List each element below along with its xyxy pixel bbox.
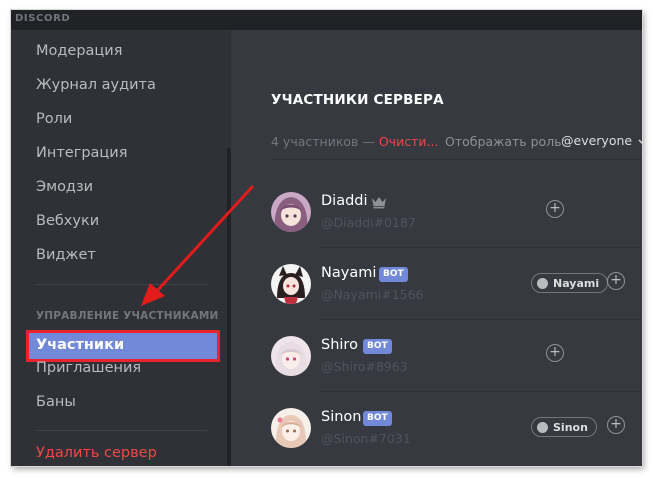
sidebar-item-webhooks[interactable]: Вебхуки <box>36 213 99 229</box>
display-role-label: Отображать роль: <box>445 134 566 149</box>
member-tag: @Diaddi#0187 <box>321 215 416 230</box>
header-divider <box>271 159 642 160</box>
members-page: УЧАСТНИКИ СЕРВЕРА 4 участников — Очисти.… <box>231 30 642 466</box>
sidebar-item-audit-log[interactable]: Журнал аудита <box>36 77 156 93</box>
member-name: Shiro <box>321 337 358 353</box>
sidebar-item-roles[interactable]: Роли <box>36 111 72 127</box>
settings-sidebar: Модерация Журнал аудита Роли Интеграция … <box>11 30 231 466</box>
sidebar-item-members-label[interactable]: Участники <box>36 337 124 353</box>
discord-logo: DISCORD <box>15 13 71 24</box>
role-filter-dropdown[interactable]: @everyone <box>561 133 642 148</box>
member-row[interactable]: Nayami BOT @Nayami#1566 Nayami + <box>271 248 642 320</box>
member-count-row: 4 участников — Очисти... <box>271 134 438 149</box>
sidebar-item-invites[interactable]: Приглашения <box>36 360 141 376</box>
titlebar: DISCORD <box>11 10 642 30</box>
member-row[interactable]: Diaddi @Diaddi#0187 + <box>271 176 642 248</box>
avatar[interactable] <box>271 408 311 448</box>
role-chip[interactable]: Sinon <box>531 417 597 437</box>
bot-badge: BOT <box>363 339 392 354</box>
sidebar-item-widget[interactable]: Виджет <box>36 247 96 263</box>
member-count: 4 участников — <box>271 134 375 149</box>
sidebar-item-bans[interactable]: Баны <box>36 394 76 410</box>
prune-link[interactable]: Очисти... <box>379 134 439 149</box>
delete-server-button[interactable]: Удалить сервер <box>36 445 157 461</box>
plus-icon: + <box>610 416 622 432</box>
sidebar-divider <box>35 430 207 431</box>
role-color-dot[interactable] <box>537 277 548 289</box>
member-name: Nayami <box>321 265 377 281</box>
role-name: Nayami <box>553 276 600 290</box>
member-name: Diaddi <box>321 193 368 209</box>
chevron-down-icon <box>638 133 642 148</box>
member-row[interactable]: Sinon BOT @Sinon#7031 Sinon + <box>271 392 642 464</box>
avatar[interactable] <box>271 264 311 304</box>
sidebar-section-header: УПРАВЛЕНИЕ УЧАСТНИКАМИ <box>36 310 219 322</box>
avatar[interactable] <box>271 336 311 376</box>
member-tag: @Shiro#8963 <box>321 359 408 374</box>
avatar[interactable] <box>271 192 311 232</box>
role-filter-value: @everyone <box>561 133 633 148</box>
sidebar-item-moderation[interactable]: Модерация <box>36 43 122 59</box>
bot-badge: BOT <box>363 411 392 426</box>
bot-badge: BOT <box>379 267 408 282</box>
add-role-button[interactable]: + <box>607 272 625 290</box>
role-color-dot[interactable] <box>537 421 548 433</box>
plus-icon: + <box>549 344 561 360</box>
add-role-button[interactable]: + <box>607 416 625 434</box>
member-tag: @Sinon#7031 <box>321 431 411 446</box>
page-title: УЧАСТНИКИ СЕРВЕРА <box>271 92 444 108</box>
role-chip[interactable]: Nayami <box>531 273 609 293</box>
role-name: Sinon <box>553 420 588 434</box>
add-role-button[interactable]: + <box>546 200 564 218</box>
crown-icon <box>371 194 387 209</box>
member-row[interactable]: Shiro BOT @Shiro#8963 + <box>271 320 642 392</box>
sidebar-item-integrations[interactable]: Интеграция <box>36 145 127 161</box>
plus-icon: + <box>549 200 561 216</box>
member-name: Sinon <box>321 409 362 425</box>
plus-icon: + <box>610 272 622 288</box>
discord-window: DISCORD Модерация Журнал аудита Роли Инт… <box>11 10 642 466</box>
add-role-button[interactable]: + <box>546 344 564 362</box>
sidebar-item-emoji[interactable]: Эмодзи <box>36 179 93 195</box>
sidebar-divider <box>35 284 207 285</box>
member-tag: @Nayami#1566 <box>321 287 424 302</box>
